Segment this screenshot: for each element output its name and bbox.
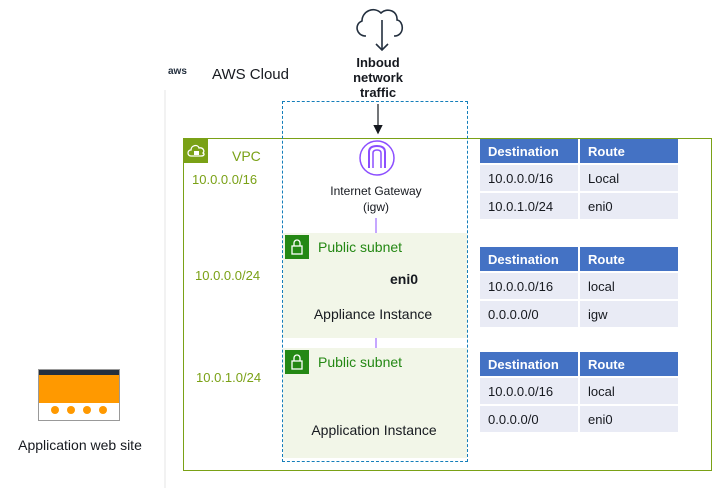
public-subnet-1-label: Public subnet [318, 239, 403, 255]
table-row: 10.0.0.0/16 local [480, 378, 678, 404]
cell-destination: 10.0.1.0/24 [480, 193, 578, 219]
inbound-line-3: traffic [359, 85, 397, 100]
table-row: 0.0.0.0/0 eni0 [480, 406, 678, 432]
vpc-cidr: 10.0.0.0/16 [192, 172, 258, 187]
table-header-row: Destination Route [480, 139, 678, 163]
route-table-subnet-1: Destination Route 10.0.0.0/16 local 0.0.… [478, 245, 680, 329]
cell-route: local [580, 378, 678, 404]
internet-gateway-label: Internet Gateway (igw) [316, 183, 436, 215]
header-route: Route [580, 139, 678, 163]
subnet-1-cidr: 10.0.0.0/24 [195, 268, 261, 283]
cell-route: igw [580, 301, 678, 327]
header-route: Route [580, 247, 678, 271]
cell-destination: 10.0.0.0/16 [480, 165, 578, 191]
public-subnet-2-label: Public subnet [318, 354, 403, 370]
cell-route: Local [580, 165, 678, 191]
table-header-row: Destination Route [480, 247, 678, 271]
website-thumbnail-icon [38, 369, 120, 421]
header-destination: Destination [480, 247, 578, 271]
header-destination: Destination [480, 352, 578, 376]
vpc-label: VPC [232, 148, 261, 164]
cloud-download-icon [356, 9, 404, 52]
igw-name: Internet Gateway [330, 184, 422, 198]
subnet-lock-icon [285, 235, 309, 259]
eni-label: eni0 [390, 271, 419, 287]
table-row: 10.0.0.0/16 Local [480, 165, 678, 191]
cell-route: eni0 [580, 193, 678, 219]
cell-destination: 0.0.0.0/0 [480, 406, 578, 432]
inbound-line-1: Inboud [356, 55, 400, 70]
igw-short: (igw) [363, 200, 389, 214]
subnet-2-cidr: 10.0.1.0/24 [196, 370, 262, 385]
application-instance-label: Application Instance [311, 422, 437, 438]
appliance-instance-label: Appliance Instance [313, 306, 433, 322]
cell-destination: 10.0.0.0/16 [480, 378, 578, 404]
inbound-line-2: network [353, 70, 403, 85]
header-destination: Destination [480, 139, 578, 163]
cell-route: local [580, 273, 678, 299]
cell-route: eni0 [580, 406, 678, 432]
table-row: 10.0.1.0/24 eni0 [480, 193, 678, 219]
cell-destination: 10.0.0.0/16 [480, 273, 578, 299]
table-row: 10.0.0.0/16 local [480, 273, 678, 299]
header-route: Route [580, 352, 678, 376]
application-web-site-label: Application web site [18, 437, 142, 453]
vpc-cloud-lock-icon [184, 139, 208, 163]
cell-destination: 0.0.0.0/0 [480, 301, 578, 327]
table-row: 0.0.0.0/0 igw [480, 301, 678, 327]
route-table-vpc: Destination Route 10.0.0.0/16 Local 10.0… [478, 137, 680, 221]
aws-cloud-title: AWS Cloud [212, 66, 289, 83]
inbound-traffic-label: Inboud network traffic [340, 55, 416, 100]
aws-logo: aws [168, 66, 187, 77]
table-header-row: Destination Route [480, 352, 678, 376]
route-table-subnet-2: Destination Route 10.0.0.0/16 local 0.0.… [478, 350, 680, 434]
subnet-lock-icon [285, 350, 309, 374]
